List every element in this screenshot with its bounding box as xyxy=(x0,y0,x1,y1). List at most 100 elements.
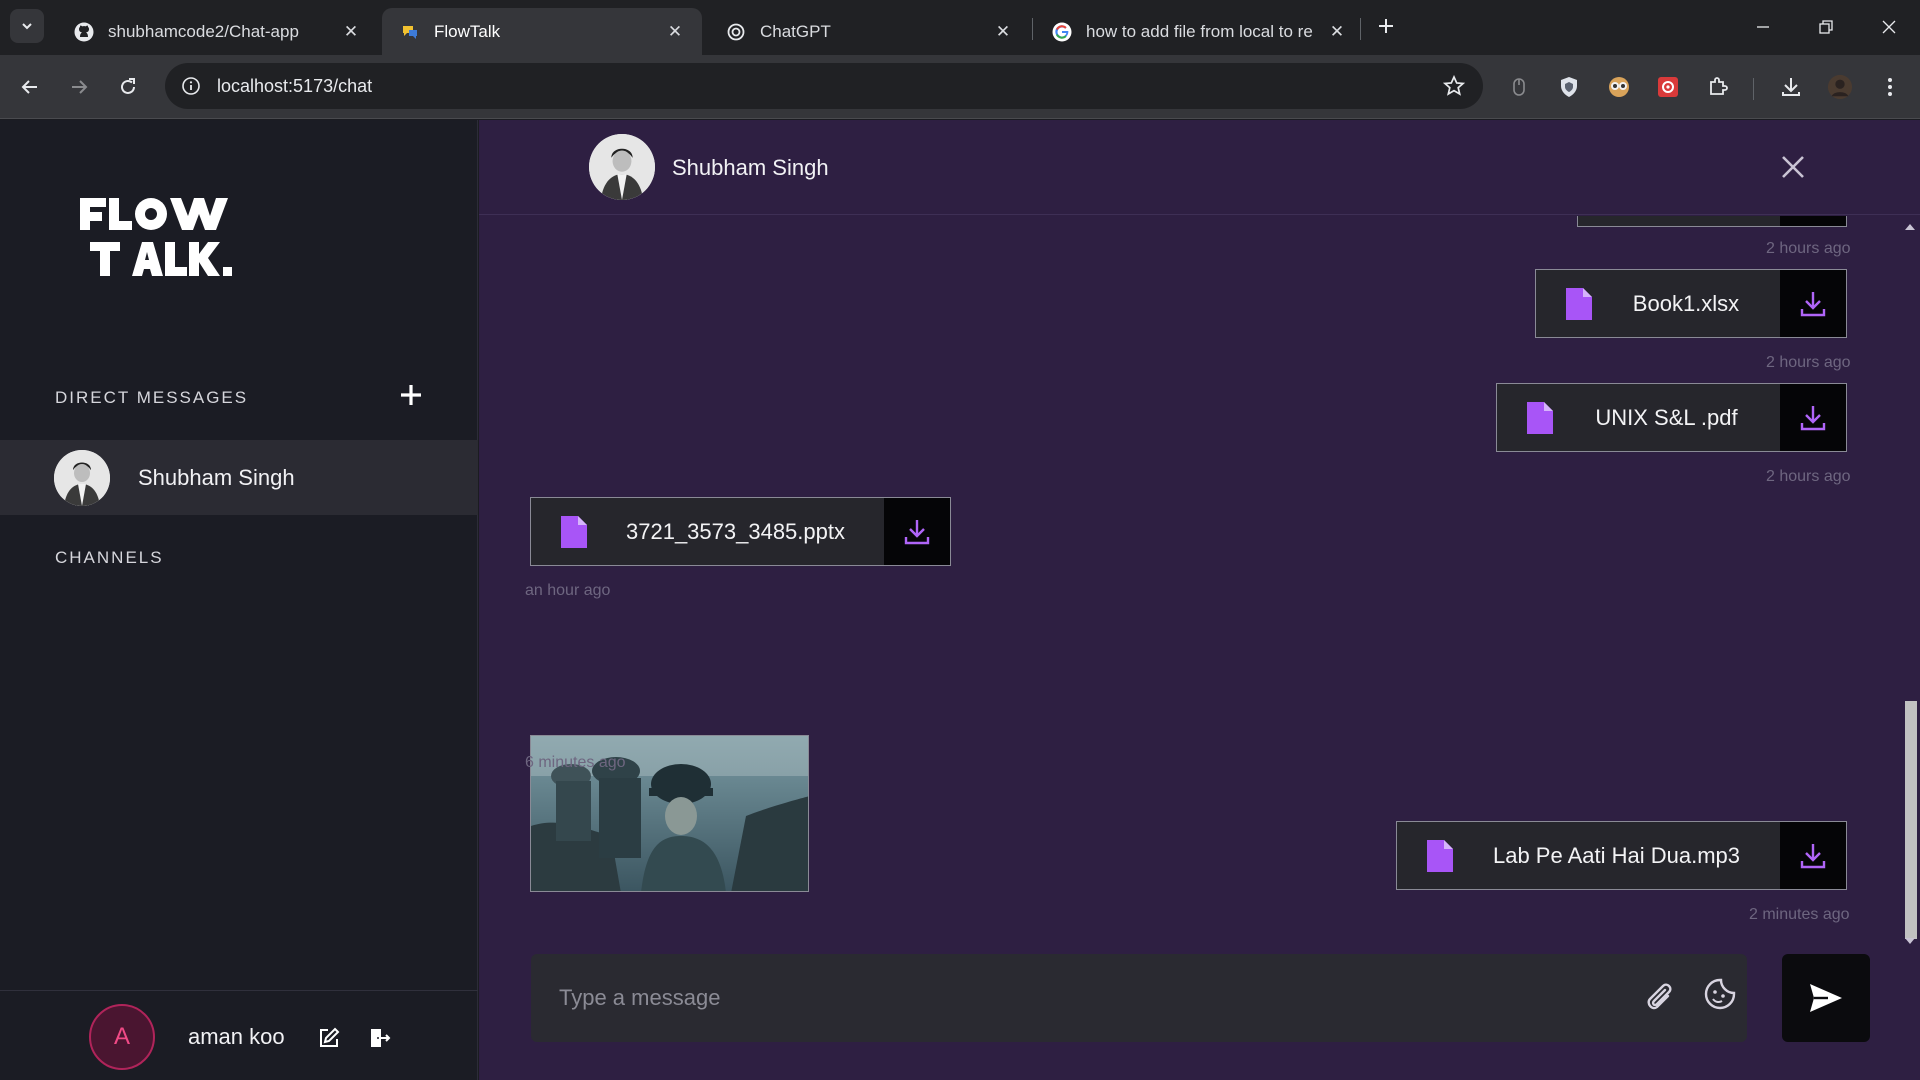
message-scrollbar[interactable] xyxy=(1899,216,1920,950)
contact-item[interactable]: Shubham Singh xyxy=(0,440,478,515)
arrow-left-icon xyxy=(21,80,37,94)
mouse-extension-icon[interactable] xyxy=(1506,74,1532,100)
restore-button[interactable] xyxy=(1811,12,1841,42)
contact-avatar xyxy=(589,134,655,200)
close-chat-icon[interactable] xyxy=(1779,153,1807,181)
direct-messages-heading: DIRECT MESSAGES xyxy=(55,388,249,407)
close-icon xyxy=(1882,20,1896,34)
paperclip-icon[interactable] xyxy=(1643,981,1677,1015)
minimize-icon xyxy=(1757,26,1769,28)
tab-search-button[interactable] xyxy=(10,9,44,43)
download-button[interactable] xyxy=(884,498,950,565)
chat-contact-name: Shubham Singh xyxy=(672,155,829,180)
message-timestamp: 2 minutes ago xyxy=(1749,906,1850,923)
file-message: Book1.xlsx xyxy=(1535,269,1847,338)
avatar xyxy=(54,449,110,506)
flowtalk-logo xyxy=(80,198,232,276)
send-icon xyxy=(1810,984,1842,1012)
file-icon xyxy=(1397,822,1453,889)
file-message: 3721_3573_3485.pptx xyxy=(530,497,951,566)
site-info-icon[interactable] xyxy=(181,76,201,96)
restore-icon xyxy=(1819,20,1833,34)
scrollbar-thumb[interactable] xyxy=(1905,701,1917,939)
close-tab-icon[interactable]: ✕ xyxy=(342,22,360,42)
file-icon xyxy=(1536,270,1592,337)
tab-github[interactable]: shubhamcode2/Chat-app ✕ xyxy=(56,8,378,55)
message-timestamp: 2 hours ago xyxy=(1766,468,1851,485)
minimize-button[interactable] xyxy=(1748,12,1778,42)
tab-title: FlowTalk xyxy=(434,21,501,41)
browser-menu-icon[interactable] xyxy=(1877,74,1903,100)
message-timestamp: 2 hours ago xyxy=(1766,354,1851,371)
file-name: Lab Pe Aati Hai Dua.mp3 xyxy=(1492,842,1741,868)
message-timestamp: an hour ago xyxy=(525,582,611,599)
download-icon xyxy=(1800,405,1826,430)
tab-title: shubhamcode2/Chat-app xyxy=(108,21,299,41)
logout-icon[interactable] xyxy=(367,1026,391,1050)
download-button[interactable] xyxy=(1780,822,1846,889)
file-message-partial xyxy=(1577,216,1847,227)
red-extension-icon[interactable] xyxy=(1655,74,1681,100)
arrow-right-icon xyxy=(72,80,88,94)
bookmark-star-icon[interactable] xyxy=(1443,75,1465,97)
message-input[interactable] xyxy=(559,978,1559,1018)
forward-button[interactable] xyxy=(63,71,95,103)
browser-tab-strip: shubhamcode2/Chat-app ✕ FlowTalk ✕ ChatG… xyxy=(0,0,1920,55)
github-icon xyxy=(74,22,94,42)
edit-profile-icon[interactable] xyxy=(317,1026,341,1050)
send-button[interactable] xyxy=(1782,954,1870,1042)
close-tab-icon[interactable]: ✕ xyxy=(666,22,684,42)
shield-extension-icon[interactable] xyxy=(1556,74,1582,100)
message-timestamp: 2 hours ago xyxy=(1766,240,1851,257)
extensions-puzzle-icon[interactable] xyxy=(1705,74,1731,100)
emoji-sticker-icon[interactable] xyxy=(1703,977,1737,1011)
chevron-down-icon xyxy=(22,23,32,30)
tab-separator xyxy=(1032,18,1033,40)
close-window-button[interactable] xyxy=(1874,12,1904,42)
new-tab-button[interactable] xyxy=(1372,12,1400,40)
tab-title: how to add file from local to re xyxy=(1086,21,1313,41)
add-direct-message-icon[interactable] xyxy=(398,382,424,408)
tab-flowtalk[interactable]: FlowTalk ✕ xyxy=(382,8,702,55)
owl-extension-icon[interactable] xyxy=(1606,74,1632,100)
message-list: 2 hours ago Book1.xlsx 2 hours ago UNIX … xyxy=(479,216,1899,946)
address-bar[interactable]: localhost:5173/chat xyxy=(165,63,1483,109)
tab-title: ChatGPT xyxy=(760,21,831,41)
scroll-up-arrow-icon[interactable] xyxy=(1904,222,1916,232)
file-icon xyxy=(531,498,587,565)
download-button[interactable] xyxy=(1780,216,1846,226)
toolbar-separator xyxy=(1753,78,1754,100)
contact-name: Shubham Singh xyxy=(138,464,295,490)
message-timestamp: 6 minutes ago xyxy=(525,754,626,771)
file-name: UNIX S&L .pdf xyxy=(1595,404,1738,430)
scroll-down-arrow-icon[interactable] xyxy=(1904,936,1916,946)
file-icon xyxy=(1497,384,1553,451)
download-icon xyxy=(904,519,930,544)
url-text: localhost:5173/chat xyxy=(217,75,373,96)
user-name: aman koo xyxy=(188,1024,285,1049)
chatgpt-icon xyxy=(726,22,746,42)
chat-pane: Shubham Singh 2 hours ago Book1.xlsx 2 h… xyxy=(479,120,1920,1080)
tab-google-search[interactable]: how to add file from local to re ✕ xyxy=(1034,8,1364,55)
tab-separator xyxy=(1360,18,1361,40)
close-tab-icon[interactable]: ✕ xyxy=(1328,22,1346,42)
profile-avatar-icon[interactable] xyxy=(1827,74,1853,100)
downloads-icon[interactable] xyxy=(1778,74,1804,100)
tab-chatgpt[interactable]: ChatGPT ✕ xyxy=(708,8,1030,55)
file-message: Lab Pe Aati Hai Dua.mp3 xyxy=(1396,821,1847,890)
file-name: 3721_3573_3485.pptx xyxy=(626,518,845,544)
user-avatar[interactable]: A xyxy=(89,1004,155,1070)
chat-header: Shubham Singh xyxy=(479,120,1920,215)
download-button[interactable] xyxy=(1780,270,1846,337)
close-tab-icon[interactable]: ✕ xyxy=(994,22,1012,42)
channels-heading: CHANNELS xyxy=(55,548,164,567)
sidebar: DIRECT MESSAGES Shubham Singh CHANNELS A… xyxy=(0,120,478,1080)
download-icon xyxy=(1800,291,1826,316)
google-icon xyxy=(1052,22,1072,42)
reload-icon xyxy=(121,78,135,94)
reload-button[interactable] xyxy=(112,71,144,103)
download-icon xyxy=(1800,843,1826,868)
user-profile-bar: A aman koo xyxy=(0,990,478,1080)
back-button[interactable] xyxy=(14,71,46,103)
download-button[interactable] xyxy=(1780,384,1846,451)
